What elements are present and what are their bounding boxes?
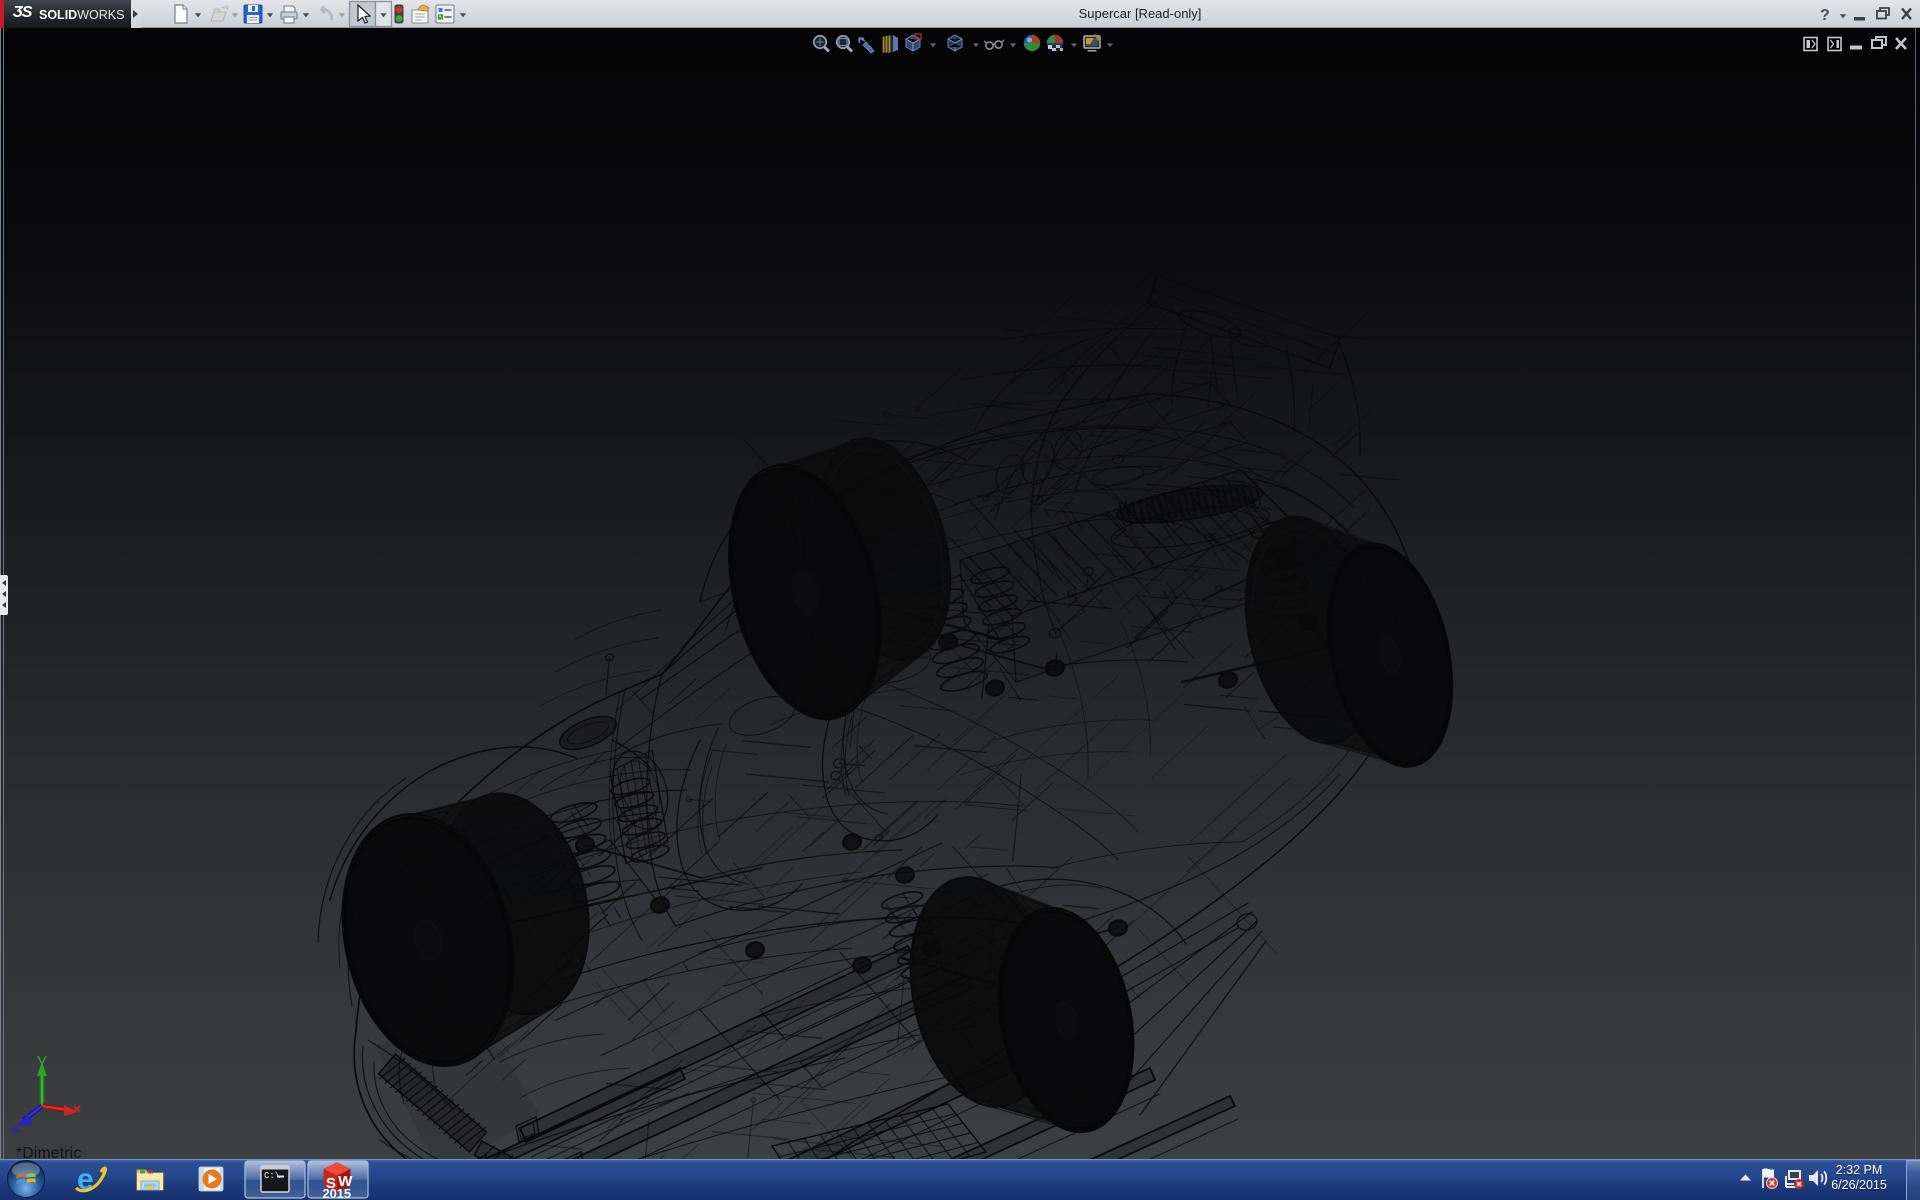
svg-text:?: ? bbox=[1820, 7, 1830, 24]
svg-text:2015: 2015 bbox=[322, 1186, 351, 1200]
